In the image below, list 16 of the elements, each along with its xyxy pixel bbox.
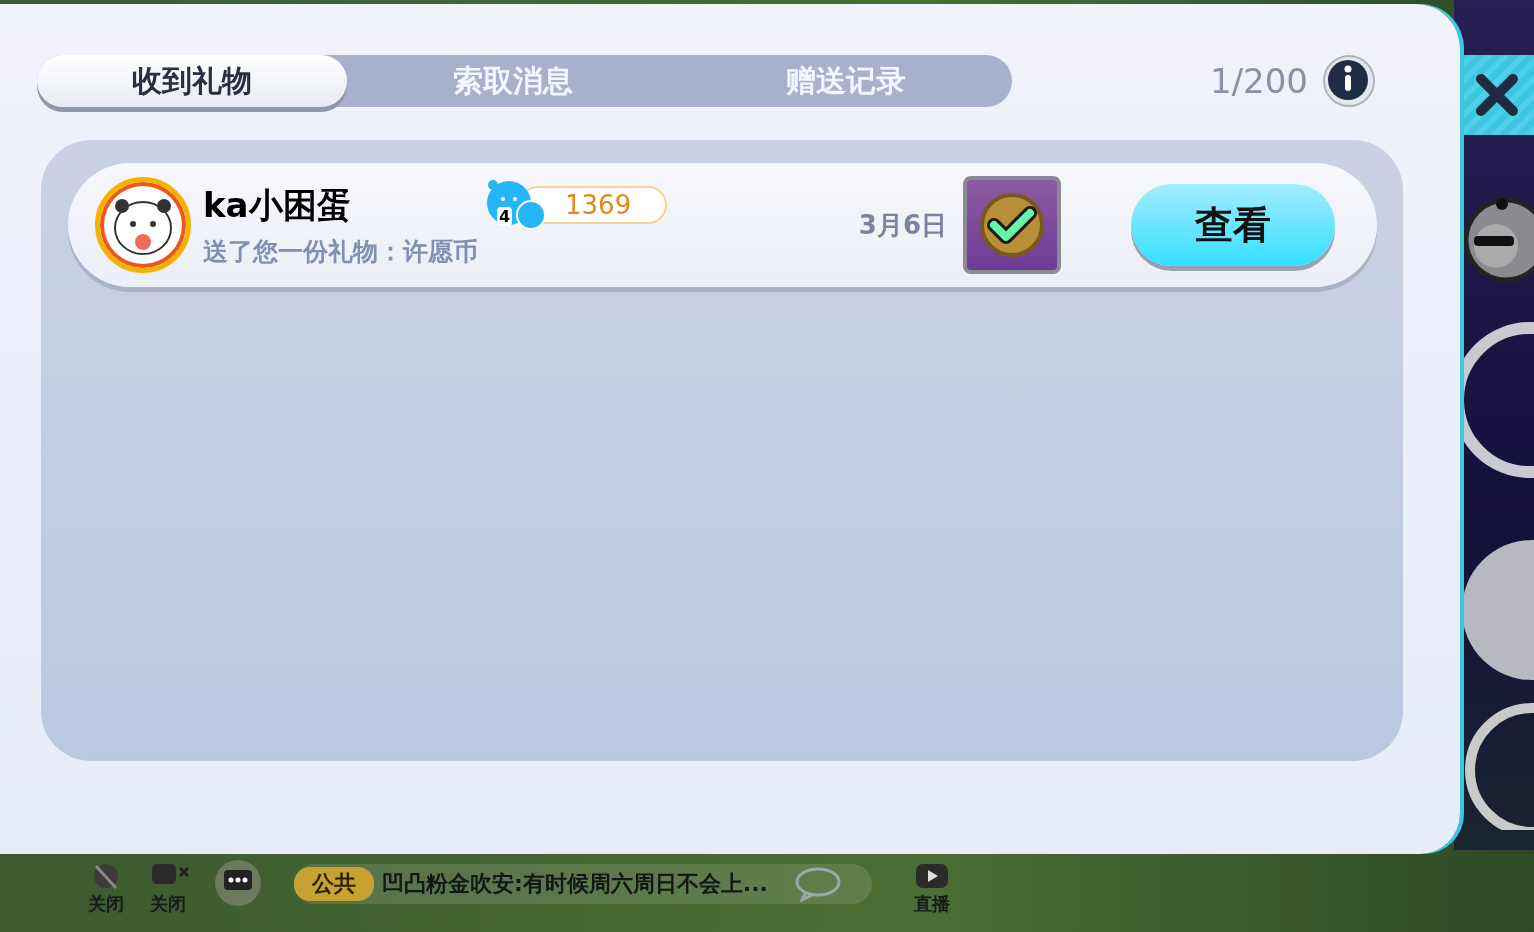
chat-message: 凹凸粉金吹安:有时候周六周日不会上... [382, 870, 768, 898]
chat-toggle[interactable]: 关闭 [146, 862, 190, 916]
coin-check-icon [978, 191, 1046, 259]
tab[interactable]: 赠送记录 [679, 55, 1012, 107]
channel-tag: 公共 [294, 867, 374, 901]
gift-counter: 1/200 [1210, 61, 1308, 101]
badge-level: 4 [497, 207, 513, 226]
gift-message: 送了您一份礼物：许愿币 [203, 235, 479, 268]
gift-item[interactable] [963, 176, 1061, 274]
sender-name: ka小困蛋 [203, 183, 352, 227]
close-icon [1473, 71, 1521, 119]
gift-date: 3月6日 [858, 208, 947, 242]
info-icon[interactable] [1322, 54, 1376, 108]
tab[interactable]: 索取消息 [347, 55, 680, 107]
live-button[interactable]: 直播 [911, 862, 952, 916]
mic-toggle[interactable]: 关闭 [86, 862, 126, 916]
